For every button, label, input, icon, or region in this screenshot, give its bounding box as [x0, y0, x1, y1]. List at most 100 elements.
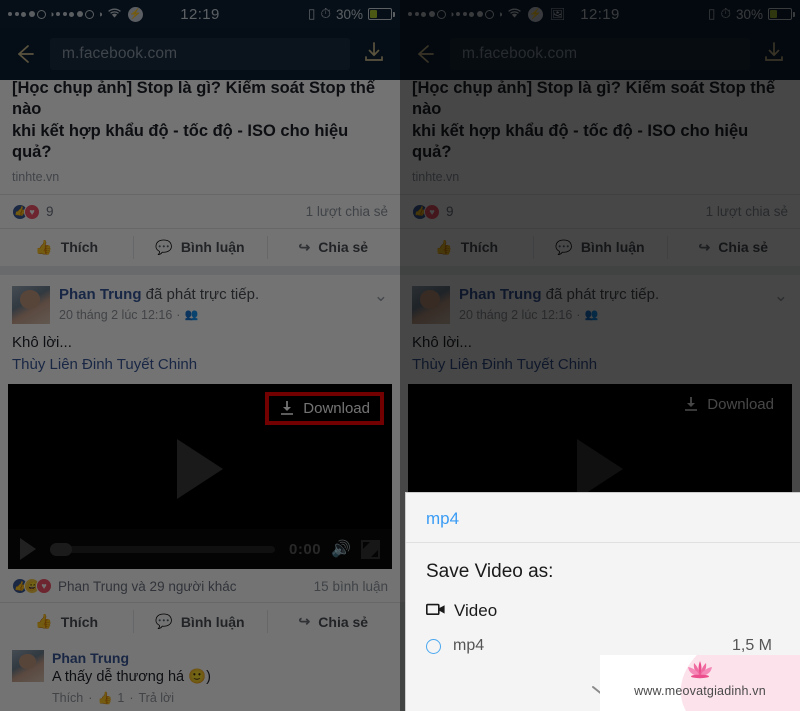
- thumbs-up-icon: 👍: [35, 613, 53, 630]
- comment-like-count: 1: [117, 691, 125, 706]
- wifi-icon: [507, 7, 522, 22]
- share-button-label: Chia sẻ: [318, 239, 369, 256]
- gallery-icon: 🖼: [549, 7, 566, 21]
- post-reaction-icons[interactable]: 👍 😄 ♥: [12, 578, 52, 595]
- post-reactions-text[interactable]: Phan Trung và 29 người khác: [58, 579, 237, 594]
- thumbs-up-icon: 👍: [435, 238, 453, 255]
- like-button-label: Thích: [460, 239, 499, 256]
- article-headline-line2: khi kết hợp khẩu độ - tốc độ - ISO cho h…: [412, 121, 749, 162]
- post-author[interactable]: Phan Trung: [459, 286, 542, 303]
- avatar[interactable]: [12, 285, 50, 324]
- post-body-line2[interactable]: Thùy Liên Đinh Tuyết Chinh: [412, 354, 788, 376]
- play-icon[interactable]: [177, 439, 223, 500]
- comment-button[interactable]: 💬 Bình luận: [533, 229, 666, 266]
- like-button[interactable]: 👍 Thích: [0, 229, 133, 266]
- like-button[interactable]: 👍 Thích: [400, 229, 533, 266]
- feed-divider: [0, 265, 400, 275]
- post-title: Phan Trung đã phát trực tiếp.: [459, 286, 766, 305]
- browser-toolbar-left: m.facebook.com: [0, 28, 400, 80]
- video-download-label: Download: [707, 396, 774, 414]
- like-button[interactable]: 👍 Thích: [0, 603, 133, 640]
- avatar[interactable]: [12, 650, 44, 683]
- post-body-line2[interactable]: Thùy Liên Đinh Tuyết Chinh: [12, 354, 388, 376]
- facebook-feed-left: [Học chụp ảnh] Stop là gì? Kiểm soát Sto…: [0, 79, 400, 711]
- back-arrow-icon[interactable]: [12, 41, 38, 67]
- article-engagement: 👍 ♥ 9 1 lượt chia sẻ 👍 Thích 💬 Bình luận: [0, 194, 400, 266]
- status-bar-right: ◑ ◑ ⚡ 🖼 12:19 ▯ ⏱ 30%: [400, 0, 800, 28]
- avatar[interactable]: [412, 285, 450, 324]
- comment-button[interactable]: 💬 Bình luận: [133, 229, 266, 266]
- video-download-button[interactable]: Download: [673, 392, 784, 417]
- signal-dots-sim1-icon: [408, 9, 446, 19]
- sim2-label-icon: ◑: [97, 9, 103, 19]
- lotus-icon: [600, 659, 800, 683]
- radio-unchecked-icon[interactable]: [426, 638, 441, 654]
- article-preview-card[interactable]: [Học chụp ảnh] Stop là gì? Kiểm soát Sto…: [0, 79, 400, 195]
- post-comments-count[interactable]: 15 bình luận: [314, 579, 388, 594]
- share-count[interactable]: 1 lượt chia sẻ: [306, 204, 388, 219]
- post-timestamp[interactable]: 20 tháng 2 lúc 12:16: [459, 308, 572, 322]
- reaction-row-article: 👍 ♥ 9 1 lượt chia sẻ: [0, 195, 400, 228]
- article-source: tinhte.vn: [12, 169, 60, 184]
- comment-button-label: Bình luận: [580, 239, 645, 256]
- comment-like-button[interactable]: Thích: [52, 691, 83, 705]
- action-bar-article: 👍 Thích 💬 Bình luận ↪ Chia sẻ: [400, 227, 800, 266]
- chevron-down-icon[interactable]: ⌄: [366, 286, 388, 306]
- share-button[interactable]: ↪ Chia sẻ: [266, 603, 400, 640]
- chevron-down-icon[interactable]: ⌄: [766, 286, 788, 306]
- post-author[interactable]: Phan Trung: [59, 286, 142, 303]
- comment-reply-button[interactable]: Trả lời: [139, 691, 175, 705]
- reaction-icons[interactable]: 👍 ♥: [412, 203, 440, 220]
- dialog-option-mp4[interactable]: mp4 1,5 M: [406, 621, 800, 655]
- comment-separator: ·: [129, 691, 134, 706]
- comment-button-label: Bình luận: [180, 239, 245, 256]
- toolbar-download-icon[interactable]: [762, 40, 788, 69]
- video-controls: 0:00 🔊: [8, 529, 392, 570]
- share-arrow-icon: ↪: [698, 238, 711, 255]
- battery-percent-label: 30%: [735, 6, 763, 22]
- comment-button[interactable]: 💬 Bình luận: [133, 603, 266, 640]
- comment-text: A thấy dễ thương há 🙂): [52, 669, 211, 686]
- status-bar-left-icons: ◑ ◑ ⚡: [8, 6, 143, 22]
- dialog-heading: Save Video as:: [426, 561, 554, 582]
- browser-toolbar-right: m.facebook.com: [400, 28, 800, 80]
- thumbs-up-icon: 👍: [35, 238, 53, 255]
- share-count[interactable]: 1 lượt chia sẻ: [706, 204, 788, 219]
- reaction-icons[interactable]: 👍 ♥: [12, 203, 40, 220]
- action-bar-post: 👍 Thích 💬 Bình luận ↪ Chia sẻ: [0, 602, 400, 640]
- video-download-button[interactable]: Download: [265, 392, 384, 426]
- fullscreen-icon[interactable]: [361, 539, 380, 559]
- comment-separator: ·: [88, 691, 93, 706]
- toolbar-download-icon[interactable]: [362, 40, 388, 69]
- post-meta: 20 tháng 2 lúc 12:16 · 👥: [59, 308, 366, 322]
- video-progress-bar[interactable]: [50, 542, 276, 556]
- dialog-option-label: mp4: [453, 637, 485, 654]
- play-icon[interactable]: [577, 439, 623, 500]
- reaction-count[interactable]: 9: [446, 204, 454, 219]
- article-engagement: 👍 ♥ 9 1 lượt chia sẻ 👍 Thích 💬 Bình luận: [400, 194, 800, 266]
- status-bar-right-icons: ▯ ⏱ 30%: [308, 6, 395, 22]
- comment-button-label: Bình luận: [180, 613, 245, 630]
- right-phone-panel: ◑ ◑ ⚡ 🖼 12:19 ▯ ⏱ 30% m.facebook.com [Họ…: [400, 0, 800, 711]
- play-button[interactable]: [20, 538, 36, 561]
- download-icon: [685, 397, 698, 412]
- url-bar[interactable]: m.facebook.com: [50, 38, 350, 70]
- sim2-label-icon: ◑: [497, 9, 503, 19]
- share-button[interactable]: ↪ Chia sẻ: [266, 229, 400, 266]
- post-meta: 20 tháng 2 lúc 12:16 · 👥: [459, 308, 766, 322]
- post-action-text: đã phát trực tiếp.: [545, 285, 660, 303]
- video-player[interactable]: Download 0:00 🔊: [8, 384, 392, 570]
- url-text: m.facebook.com: [462, 45, 578, 62]
- like-button-label: Thích: [60, 613, 99, 630]
- back-arrow-icon[interactable]: [412, 41, 438, 67]
- url-bar[interactable]: m.facebook.com: [450, 38, 750, 70]
- comment-item: Phan Trung A thấy dễ thương há 🙂) Thích …: [0, 640, 400, 711]
- video-current-time: 0:00: [289, 540, 322, 558]
- reaction-count[interactable]: 9: [46, 204, 54, 219]
- volume-icon[interactable]: 🔊: [331, 539, 351, 559]
- post-timestamp[interactable]: 20 tháng 2 lúc 12:16: [59, 308, 172, 322]
- article-preview-card[interactable]: [Học chụp ảnh] Stop là gì? Kiểm soát Sto…: [400, 79, 800, 195]
- comment-author[interactable]: Phan Trung: [52, 650, 388, 666]
- video-download-label: Download: [303, 400, 370, 418]
- share-button[interactable]: ↪ Chia sẻ: [666, 229, 800, 266]
